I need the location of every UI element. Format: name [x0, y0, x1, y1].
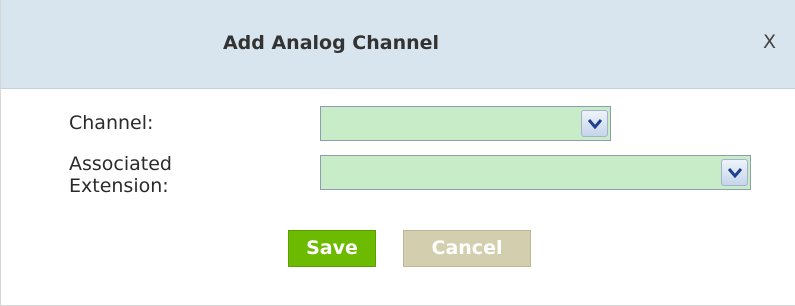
associated-extension-select[interactable] — [320, 155, 751, 190]
channel-label: Channel: — [69, 112, 154, 134]
chevron-down-icon[interactable] — [581, 110, 608, 137]
associated-extension-label: Associated Extension: — [69, 153, 172, 197]
associated-extension-label-line2: Extension: — [69, 175, 169, 197]
chevron-down-icon[interactable] — [721, 159, 748, 186]
associated-extension-label-line1: Associated — [69, 153, 172, 175]
close-icon[interactable]: X — [763, 31, 776, 53]
cancel-button[interactable]: Cancel — [403, 230, 531, 267]
dialog-titlebar: Add Analog Channel X — [1, 0, 795, 89]
save-button[interactable]: Save — [288, 230, 376, 267]
add-analog-channel-dialog: Add Analog Channel X Channel: Associated… — [0, 0, 795, 306]
channel-select[interactable] — [320, 106, 611, 141]
dialog-title: Add Analog Channel — [222, 32, 440, 54]
